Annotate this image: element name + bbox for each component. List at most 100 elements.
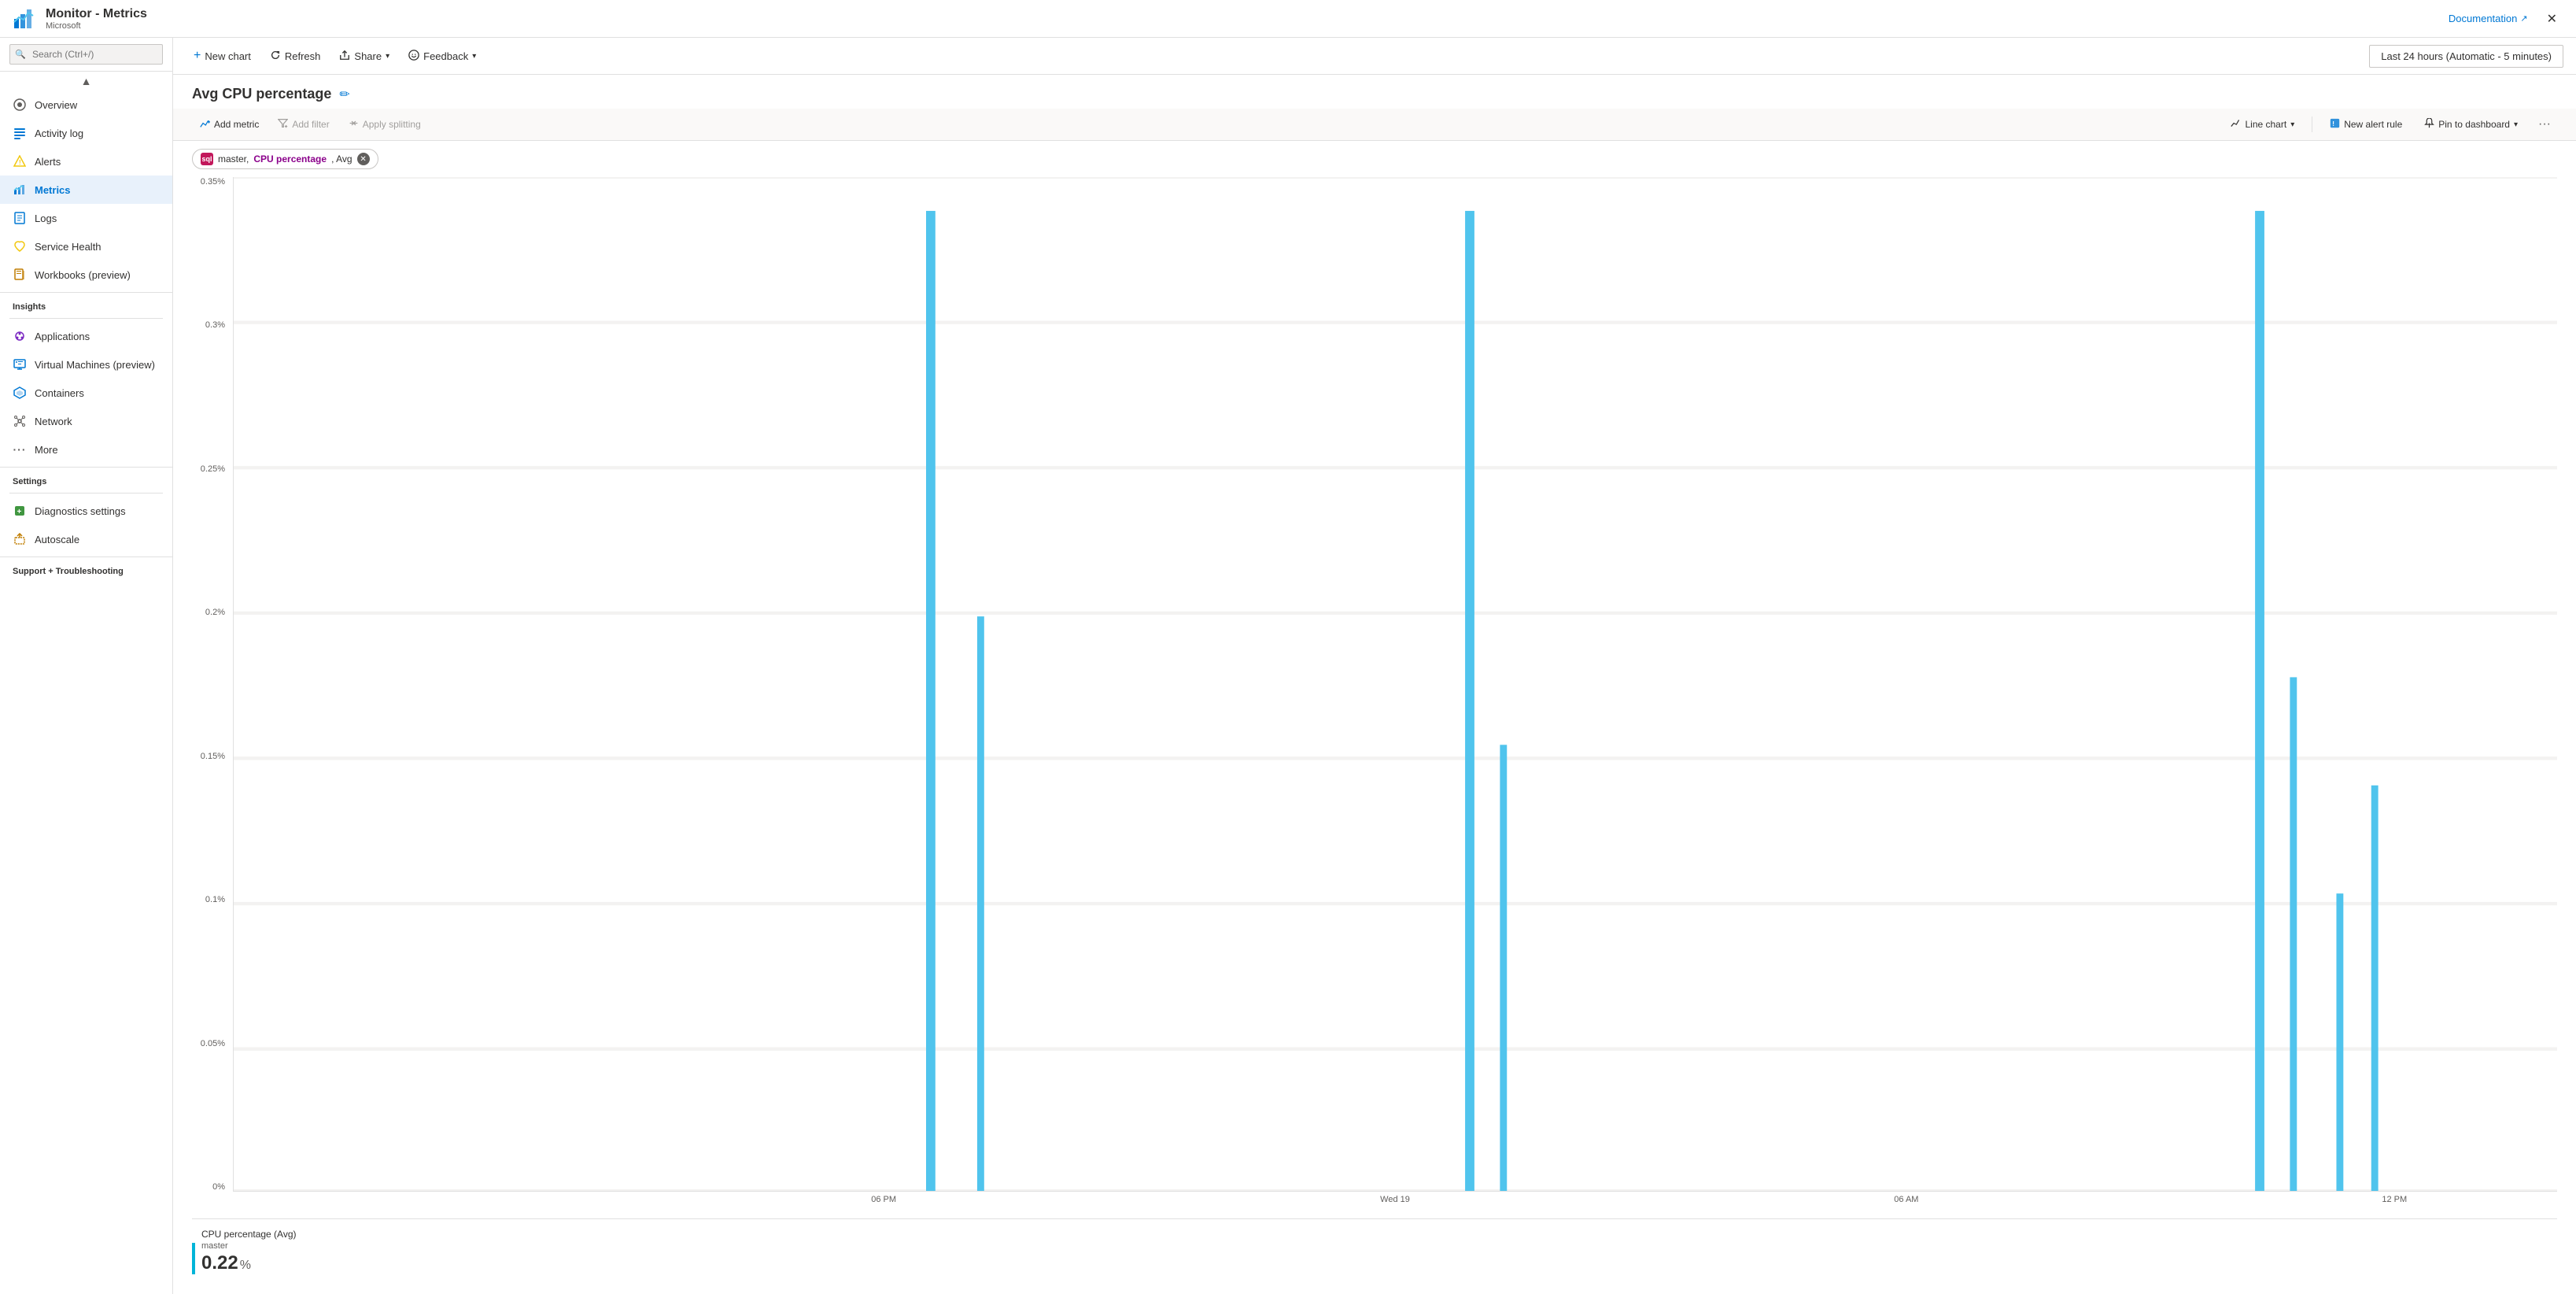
app-title: Monitor - Metrics (46, 7, 147, 21)
x-label-06am: 06 AM (1894, 1195, 1918, 1204)
main-layout: ▲ Overview Activity log ! Alerts (0, 38, 2576, 1294)
sidebar-item-label: Network (35, 416, 72, 427)
chart-title-edit-button[interactable]: ✏ (339, 87, 349, 102)
sidebar-item-service-health[interactable]: Service Health (0, 232, 172, 261)
sidebar-item-label: Autoscale (35, 534, 79, 545)
y-label-7: 0.35% (201, 177, 225, 187)
db-label: sql (201, 155, 212, 163)
sidebar-item-diagnostics[interactable]: + Diagnostics settings (0, 497, 172, 525)
close-button[interactable]: ✕ (2541, 8, 2563, 30)
chart-toolbar-right: Line chart ▾ ! New alert rule Pin to das… (2223, 113, 2557, 135)
documentation-link[interactable]: Documentation ↗ (2449, 13, 2528, 24)
new-alert-rule-button[interactable]: ! New alert rule (2322, 114, 2410, 135)
x-label-12pm: 12 PM (2382, 1195, 2407, 1204)
y-label-6: 0.3% (205, 320, 225, 330)
x-label-06pm: 06 PM (871, 1195, 896, 1204)
sidebar-item-label: Activity log (35, 128, 83, 139)
sidebar-item-workbooks[interactable]: Workbooks (preview) (0, 261, 172, 289)
sidebar-item-applications[interactable]: Applications (0, 322, 172, 350)
new-chart-button[interactable]: + New chart (186, 44, 259, 68)
y-label-3: 0.15% (201, 752, 225, 761)
sidebar-item-label: Workbooks (preview) (35, 269, 131, 281)
chart-svg (234, 177, 2557, 1191)
app-subtitle: Microsoft (46, 21, 147, 31)
workbooks-icon (13, 268, 27, 282)
refresh-button[interactable]: Refresh (262, 45, 329, 68)
metrics-icon (13, 183, 27, 197)
sidebar-item-label: Overview (35, 99, 77, 111)
metric-tag-prefix: master, (218, 153, 249, 165)
y-label-2: 0.1% (205, 895, 225, 904)
chart-toolbar: Add metric Add filter Apply splitting (173, 109, 2576, 141)
settings-divider (9, 493, 163, 494)
network-icon (13, 414, 27, 428)
chart-title: Avg CPU percentage (192, 86, 331, 102)
line-chart-label: Line chart (2245, 119, 2286, 130)
y-label-1: 0.05% (201, 1039, 225, 1048)
y-label-5: 0.25% (201, 464, 225, 474)
search-input[interactable] (9, 44, 163, 65)
more-options-button[interactable]: ··· (2532, 113, 2557, 135)
sidebar-item-autoscale[interactable]: Autoscale (0, 525, 172, 553)
add-metric-icon (200, 118, 210, 131)
share-icon (339, 50, 350, 63)
sidebar-item-overview[interactable]: Overview (0, 91, 172, 119)
line-chart-chevron-icon: ▾ (2290, 120, 2294, 129)
line-chart-button[interactable]: Line chart ▾ (2223, 114, 2302, 135)
chart-legend: CPU percentage (Avg) master 0.22 % (192, 1218, 2557, 1281)
feedback-button[interactable]: Feedback ▾ (400, 45, 484, 68)
svg-text:+: + (17, 508, 22, 516)
sidebar-item-label: Logs (35, 213, 57, 224)
chart-title-bar: Avg CPU percentage ✏ (173, 75, 2576, 109)
app-header: Monitor - Metrics Microsoft Documentatio… (0, 0, 2576, 38)
sidebar-item-virtual-machines[interactable]: Virtual Machines (preview) (0, 350, 172, 379)
chart-area: 0.35% 0.3% 0.25% 0.2% 0.15% 0.1% 0.05% 0… (173, 177, 2576, 1294)
time-range-button[interactable]: Last 24 hours (Automatic - 5 minutes) (2369, 45, 2563, 68)
pin-chevron-icon: ▾ (2514, 120, 2518, 129)
sidebar-item-label: Applications (35, 331, 90, 342)
line-chart-icon (2231, 118, 2241, 131)
support-section-label: Support + Troubleshooting (0, 556, 172, 579)
sidebar-item-label: Alerts (35, 156, 61, 168)
share-chevron-icon: ▾ (386, 52, 389, 61)
sidebar-item-more[interactable]: ··· More (0, 435, 172, 464)
sidebar-scroll-up-button[interactable]: ▲ (0, 72, 172, 91)
metric-tag-suffix: , Avg (331, 153, 352, 165)
share-button[interactable]: Share ▾ (331, 45, 397, 68)
sidebar-item-alerts[interactable]: ! Alerts (0, 147, 172, 176)
toolbar-left-actions: + New chart Refresh Share ▾ (186, 44, 484, 68)
new-alert-rule-label: New alert rule (2344, 119, 2402, 130)
feedback-chevron-icon: ▾ (472, 52, 476, 61)
sidebar: ▲ Overview Activity log ! Alerts (0, 38, 173, 1294)
sidebar-item-containers[interactable]: Containers (0, 379, 172, 407)
add-filter-label: Add filter (292, 119, 329, 130)
settings-section-label: Settings (0, 467, 172, 490)
sidebar-item-network[interactable]: Network (0, 407, 172, 435)
legend-info: CPU percentage (Avg) master 0.22 % (201, 1229, 297, 1274)
applications-icon (13, 329, 27, 343)
pin-to-dashboard-button[interactable]: Pin to dashboard ▾ (2416, 114, 2526, 135)
apply-splitting-button[interactable]: Apply splitting (341, 114, 429, 135)
sidebar-item-label: Diagnostics settings (35, 505, 126, 517)
legend-resource: master (201, 1241, 297, 1251)
database-icon: sql (201, 153, 213, 165)
sidebar-item-logs[interactable]: Logs (0, 204, 172, 232)
new-chart-label: New chart (205, 50, 251, 62)
apply-splitting-icon (349, 118, 359, 131)
add-filter-button[interactable]: Add filter (270, 114, 337, 135)
sidebar-nav: Overview Activity log ! Alerts (0, 91, 172, 1294)
header-branding: Monitor - Metrics Microsoft (13, 6, 147, 31)
svg-text:!: ! (19, 159, 21, 166)
metric-tag-remove-button[interactable]: ✕ (357, 153, 370, 165)
pin-icon (2424, 118, 2434, 131)
sidebar-item-activity-log[interactable]: Activity log (0, 119, 172, 147)
add-metric-button[interactable]: Add metric (192, 114, 267, 135)
logs-icon (13, 211, 27, 225)
sidebar-item-metrics[interactable]: Metrics (0, 176, 172, 204)
sidebar-search-area (0, 38, 172, 72)
plus-icon: + (194, 49, 201, 63)
legend-metric-name: CPU percentage (Avg) (201, 1229, 297, 1240)
sidebar-item-label: Service Health (35, 241, 101, 253)
diagnostics-icon: + (13, 504, 27, 518)
overview-icon (13, 98, 27, 112)
